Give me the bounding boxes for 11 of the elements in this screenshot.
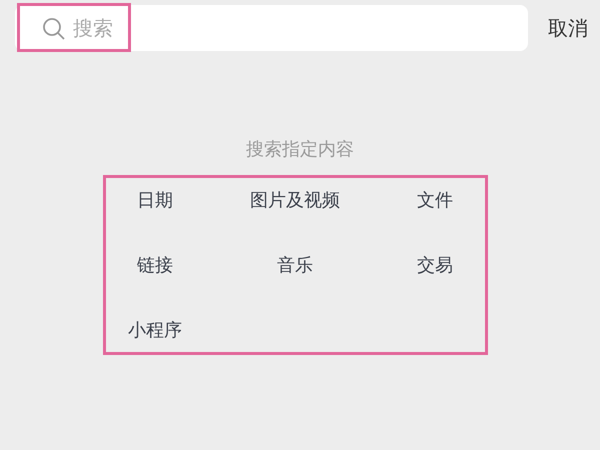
filter-option[interactable]: 音乐 [277, 255, 313, 277]
filter-option[interactable]: 图片及视频 [250, 190, 340, 212]
filter-option[interactable]: 链接 [137, 255, 173, 277]
filter-option[interactable]: 文件 [417, 190, 453, 212]
filter-option[interactable]: 交易 [417, 255, 453, 277]
search-field[interactable]: 搜索 [15, 5, 528, 51]
cancel-button[interactable]: 取消 [548, 14, 588, 42]
filter-option[interactable]: 日期 [137, 190, 173, 212]
section-title: 搜索指定内容 [246, 138, 354, 161]
search-icon [42, 17, 66, 41]
filter-option[interactable]: 小程序 [128, 320, 182, 342]
